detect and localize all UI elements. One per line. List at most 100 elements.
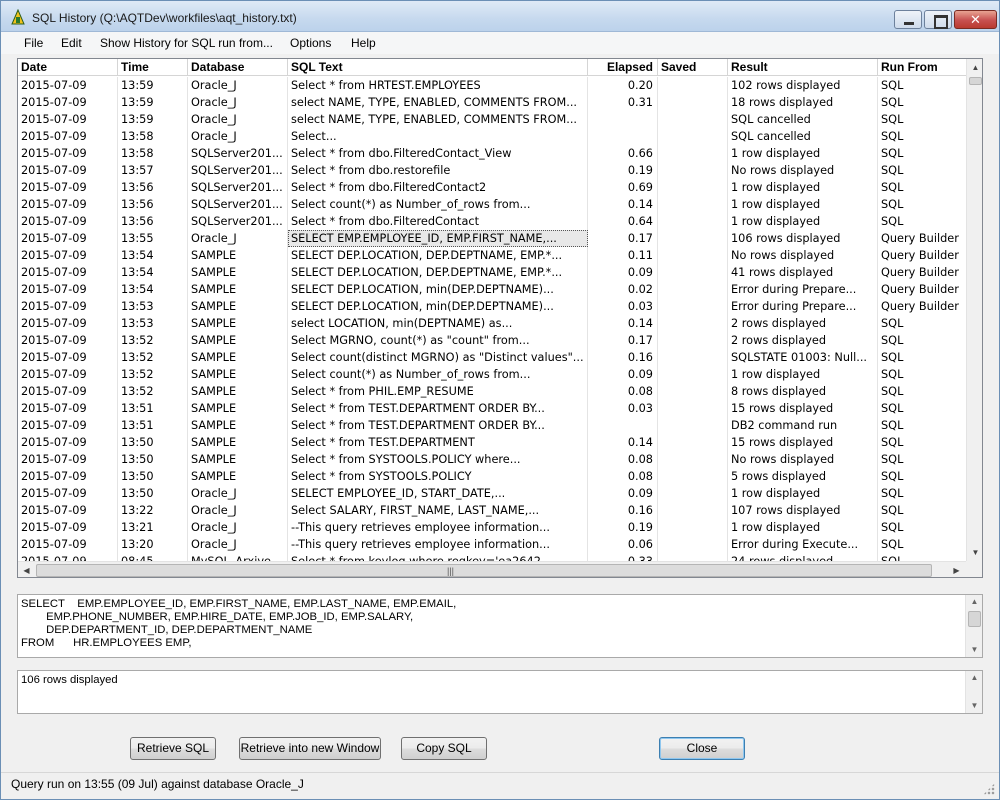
- table-row[interactable]: 2015-07-09 13:54 SAMPLE SELECT DEP.LOCATION…: [18, 247, 966, 264]
- cell-date: 2015-07-09: [18, 196, 118, 213]
- table-row[interactable]: 2015-07-09 13:50 SAMPLE Select * from TEST.…: [18, 434, 966, 451]
- table-row[interactable]: 2015-07-09 13:55 Oracle_J SELECT EMP.EMPLOY…: [18, 230, 966, 247]
- column-header-result[interactable]: Result: [728, 59, 878, 76]
- cell-date: 2015-07-09: [18, 111, 118, 128]
- column-header-elapsed[interactable]: Elapsed: [588, 59, 658, 76]
- close-icon: ✕: [970, 12, 981, 27]
- table-row[interactable]: 2015-07-09 13:56 SQLServer201... Select * f…: [18, 213, 966, 230]
- table-row[interactable]: 2015-07-09 13:51 SAMPLE Select * from TEST.…: [18, 400, 966, 417]
- sql-text-area[interactable]: SELECT EMP.EMPLOYEE_ID, EMP.FIRST_NAME, …: [17, 594, 983, 658]
- scroll-right-icon[interactable]: ▶: [948, 562, 965, 577]
- resize-grip-icon[interactable]: [983, 783, 995, 795]
- menu-edit[interactable]: Edit: [61, 36, 82, 50]
- table-row[interactable]: 2015-07-09 13:52 SAMPLE Select MGRNO, count…: [18, 332, 966, 349]
- sql-text-scrollbar[interactable]: ▲ ▼: [965, 595, 982, 657]
- table-row[interactable]: 2015-07-09 13:56 SQLServer201... Select cou…: [18, 196, 966, 213]
- table-row[interactable]: 2015-07-09 13:53 SAMPLE SELECT DEP.LOCATION…: [18, 298, 966, 315]
- sql-scroll-down-icon[interactable]: ▼: [966, 643, 983, 657]
- minimize-button[interactable]: [894, 10, 922, 29]
- cell-elapsed: 0.19: [588, 519, 658, 536]
- column-header-database[interactable]: Database: [188, 59, 288, 76]
- table-row[interactable]: 2015-07-09 13:52 SAMPLE Select count(distin…: [18, 349, 966, 366]
- table-row[interactable]: 2015-07-09 13:59 Oracle_J select NAME, TYPE…: [18, 94, 966, 111]
- table-row[interactable]: 2015-07-09 13:22 Oracle_J Select SALARY, FI…: [18, 502, 966, 519]
- cell-saved: [658, 298, 728, 315]
- retrieve-new-window-button[interactable]: Retrieve into new Window: [239, 737, 381, 760]
- menu-file[interactable]: File: [24, 36, 43, 50]
- grid-vertical-scrollbar[interactable]: ▲ ▼: [966, 59, 982, 561]
- cell-database: SAMPLE: [188, 383, 288, 400]
- column-header-time[interactable]: Time: [118, 59, 188, 76]
- copy-sql-button[interactable]: Copy SQL: [401, 737, 487, 760]
- cell-result: No rows displayed: [728, 162, 878, 179]
- table-row[interactable]: 2015-07-09 13:54 SAMPLE SELECT DEP.LOCATION…: [18, 281, 966, 298]
- cell-saved: [658, 366, 728, 383]
- table-row[interactable]: 2015-07-0908:45MySQL_ArxiveSelect * from…: [18, 553, 966, 561]
- column-header-saved[interactable]: Saved: [658, 59, 728, 76]
- table-row[interactable]: 2015-07-09 13:56 SQLServer201... Select * f…: [18, 179, 966, 196]
- cell-time: 13:51: [118, 400, 188, 417]
- table-row[interactable]: 2015-07-09 13:21 Oracle_J --This query retr…: [18, 519, 966, 536]
- cell-sql-text: Select * from dbo.FilteredContact: [288, 213, 588, 230]
- sql-scroll-thumb[interactable]: [968, 611, 981, 627]
- scroll-left-icon[interactable]: ◀: [18, 562, 35, 577]
- result-text-area[interactable]: 106 rows displayed ▲ ▼: [17, 670, 983, 714]
- cell-database: Oracle_J: [188, 485, 288, 502]
- cell-elapsed: 0.03: [588, 400, 658, 417]
- sql-text[interactable]: SELECT EMP.EMPLOYEE_ID, EMP.FIRST_NAME, …: [21, 598, 961, 656]
- table-row[interactable]: 2015-07-09 13:20 Oracle_J --This query retr…: [18, 536, 966, 553]
- table-row[interactable]: 2015-07-09 13:54 SAMPLE SELECT DEP.LOCATION…: [18, 264, 966, 281]
- cell-result: 1 row displayed: [728, 196, 878, 213]
- table-row[interactable]: 2015-07-09 13:50 Oracle_J SELECT EMPLOYEE_I…: [18, 485, 966, 502]
- cell-run-from: SQL: [881, 164, 904, 177]
- cell-elapsed: 0.08: [588, 468, 658, 485]
- vertical-scroll-thumb[interactable]: [969, 77, 982, 85]
- cell-sql-text: Select * from TEST.DEPARTMENT ORDER BY..…: [288, 400, 588, 417]
- result-scroll-down-icon: ▼: [970, 701, 979, 710]
- cell-time: 13:58: [118, 128, 188, 145]
- menu-help[interactable]: Help: [351, 36, 376, 50]
- column-header-date[interactable]: Date: [18, 59, 118, 76]
- cell-result: 1 row displayed: [728, 485, 878, 502]
- cell-run-from: SQL: [881, 453, 904, 466]
- horizontal-scroll-thumb[interactable]: |||: [36, 564, 932, 577]
- close-button[interactable]: Close: [659, 737, 745, 760]
- maximize-button[interactable]: [924, 10, 952, 29]
- table-row[interactable]: 2015-07-09 13:57 SQLServer201... Select * f…: [18, 162, 966, 179]
- cell-saved: [658, 230, 728, 247]
- menu-options[interactable]: Options: [290, 36, 331, 50]
- table-row[interactable]: 2015-07-09 13:52 SAMPLE Select * from PHIL.…: [18, 383, 966, 400]
- title-bar[interactable]: SQL History (Q:\AQTDev\workfiles\aqt_his…: [1, 1, 999, 32]
- sql-scroll-up-icon[interactable]: ▲: [966, 595, 983, 609]
- cell-saved: [658, 77, 728, 94]
- close-window-button[interactable]: ✕: [954, 10, 997, 29]
- history-grid[interactable]: Date Time Database SQL Text Elapsed Save…: [17, 58, 983, 578]
- table-row[interactable]: 2015-07-09 13:59 Oracle_J select NAME, TYPE…: [18, 111, 966, 128]
- table-row[interactable]: 2015-07-09 13:50 SAMPLE Select * from SYSTO…: [18, 451, 966, 468]
- cell-elapsed: 0.14: [588, 196, 658, 213]
- table-row[interactable]: 2015-07-09 13:58 Oracle_J Select... SQL canc…: [18, 128, 966, 145]
- column-header-sql-text[interactable]: SQL Text: [288, 59, 588, 76]
- cell-run-from: Query Builder: [881, 232, 959, 245]
- sql-history-window: SQL History (Q:\AQTDev\workfiles\aqt_his…: [0, 0, 1000, 800]
- table-row[interactable]: 2015-07-09 13:59 Oracle_J Select * from HRT…: [18, 77, 966, 94]
- cell-saved: [658, 519, 728, 536]
- cell-elapsed: 0.03: [588, 298, 658, 315]
- table-row[interactable]: 2015-07-09 13:51 SAMPLE Select * from TEST.…: [18, 417, 966, 434]
- scroll-up-icon[interactable]: ▲: [967, 59, 982, 76]
- cell-run-from: SQL: [881, 487, 904, 500]
- column-header-run-from[interactable]: Run From: [878, 59, 966, 76]
- table-row[interactable]: 2015-07-09 13:50 SAMPLE Select * from SYSTO…: [18, 468, 966, 485]
- table-row[interactable]: 2015-07-09 13:58 SQLServer201... Select * f…: [18, 145, 966, 162]
- table-row[interactable]: 2015-07-09 13:52 SAMPLE Select count(*) as …: [18, 366, 966, 383]
- cell-result: 15 rows displayed: [728, 434, 878, 451]
- cell-time: 13:54: [118, 247, 188, 264]
- cell-time: 13:59: [118, 111, 188, 128]
- cell-result: SQL cancelled: [728, 111, 878, 128]
- cell-date: 2015-07-09: [18, 179, 118, 196]
- scroll-down-icon[interactable]: ▼: [967, 544, 982, 561]
- retrieve-sql-button[interactable]: Retrieve SQL: [130, 737, 216, 760]
- grid-horizontal-scrollbar[interactable]: ◀ ||| ▶: [18, 561, 966, 577]
- table-row[interactable]: 2015-07-09 13:53 SAMPLE select LOCATION, mi…: [18, 315, 966, 332]
- menu-show-history[interactable]: Show History for SQL run from...: [100, 36, 273, 50]
